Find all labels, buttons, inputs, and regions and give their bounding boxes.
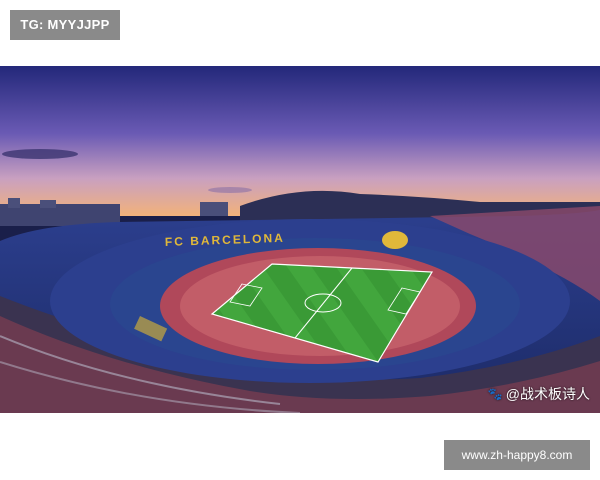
city-building: [200, 202, 228, 216]
stadium-photo: FC BARCELONA 🐾 @战术板诗人: [0, 66, 600, 413]
top-tag-badge: TG: MYYJJPP: [10, 10, 120, 40]
photo-watermark: 🐾 @战术板诗人: [488, 385, 590, 403]
city-building: [40, 200, 56, 208]
crest-emblem: [382, 231, 408, 249]
watermark-text: @战术板诗人: [505, 386, 590, 402]
city-building: [8, 198, 20, 208]
cloud: [2, 149, 78, 159]
url-badge: www.zh-happy8.com: [444, 440, 590, 470]
stadium-illustration: FC BARCELONA: [0, 66, 600, 413]
cloud: [208, 187, 252, 193]
paw-icon: 🐾: [487, 387, 503, 401]
